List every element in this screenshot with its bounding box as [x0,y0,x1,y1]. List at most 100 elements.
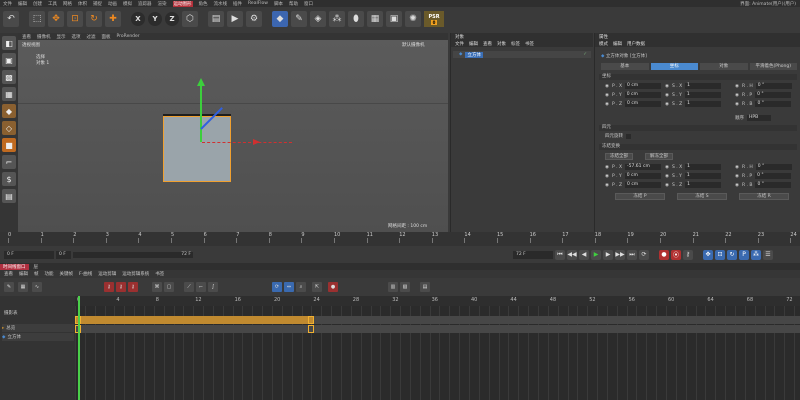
undo-icon[interactable]: ↶ [3,11,19,27]
coord-dot-icon[interactable]: ◉ [735,165,739,170]
viewport-menu-item-0[interactable]: 查看 [22,34,31,40]
menu-item-13[interactable]: 流水线 [214,1,228,7]
coord-dot-icon[interactable]: ◉ [665,174,669,179]
coord-value[interactable]: 0 ° [755,182,792,188]
tl-linear-icon[interactable]: ⟋ [184,282,194,292]
tl-frame-icon[interactable]: ▢ [164,282,174,292]
coord-value[interactable]: 0 cm [624,173,661,179]
coord-value[interactable]: 1 [685,101,722,107]
object-menu-item-1[interactable]: 编辑 [469,41,478,47]
tl-range-icon[interactable]: ⇔ [284,282,294,292]
timeline-menu-icon[interactable]: ☰ [763,249,773,260]
viewport-menu-item-4[interactable]: 过滤 [87,34,96,40]
go-to-start-icon[interactable]: ⏮ [555,249,565,260]
timeline-playhead[interactable] [78,296,80,400]
tl-more-icon[interactable]: ▤ [420,282,430,292]
coord-dot-icon[interactable]: ◉ [665,102,669,107]
attr-menu-item-1[interactable]: 编辑 [613,41,622,47]
menu-item-12[interactable]: 角色 [199,1,208,7]
coord-dot-icon[interactable]: ◉ [665,84,669,89]
points-mode-icon[interactable]: ◆ [2,104,16,118]
timeline-grid[interactable] [75,306,800,400]
coord-value[interactable]: 0 cm [625,182,662,188]
timeline-tab-0[interactable]: 时间线窗口 [0,263,29,270]
y-axis-icon[interactable]: Y [148,12,162,26]
frame-range-slider[interactable]: 72 F [73,251,193,258]
prev-frame-icon[interactable]: ◀ [579,249,589,260]
coord-dot-icon[interactable]: ◉ [735,174,739,179]
summary-key-range[interactable] [75,316,313,324]
coord-dot-icon[interactable]: ◉ [665,165,669,170]
coord-value[interactable]: 0 ° [755,83,792,89]
coord-value[interactable]: 0 ° [755,164,792,170]
timeline-menu-item-0[interactable]: 查看 [4,271,13,277]
coord-value[interactable]: 1 [684,92,721,98]
deformer-icon[interactable]: ⬮ [348,11,364,27]
coord-value[interactable]: 1 [685,164,722,170]
auto-key-icon[interactable]: ⦿ [671,249,681,260]
tl-record-icon[interactable]: ● [328,282,338,292]
tl-spline-icon[interactable]: ∫ [208,282,218,292]
x-axis-line[interactable] [202,142,292,143]
menu-item-18[interactable]: 窗口 [304,1,313,7]
tl-pencil-icon[interactable]: ✎ [4,282,14,292]
coord-dot-icon[interactable]: ◉ [605,102,609,107]
menu-item-2[interactable]: 创建 [33,1,42,7]
cube-icon[interactable]: ◆ [272,11,288,27]
timeline-menu-item-6[interactable]: 运动剪辑 [98,271,116,277]
scale-icon[interactable]: ⊡ [67,11,83,27]
attr-tab-2[interactable]: 对象 [700,63,748,70]
menu-item-10[interactable]: 渲染 [158,1,167,7]
timeline-menu-item-3[interactable]: 功能 [45,271,54,277]
menu-item-4[interactable]: 网格 [63,1,72,7]
menu-item-3[interactable]: 工具 [48,1,57,7]
attr-menu-item-0[interactable]: 模式 [599,41,608,47]
key-pla-icon[interactable]: ⁂ [751,249,761,260]
rotate-icon[interactable]: ↻ [86,11,102,27]
viewport-menu-item-6[interactable]: ProRender [117,34,140,39]
visibility-icon[interactable]: ✓ [583,52,591,57]
play-icon[interactable]: ▶ [591,249,601,260]
coord-dot-icon[interactable]: ◉ [605,183,609,188]
menu-item-6[interactable]: 捕捉 [93,1,102,7]
menu-item-11[interactable]: 运动图形 [172,0,193,7]
timeline-tab-1[interactable]: 层 [31,264,42,270]
x-axis-icon[interactable]: X [131,12,145,26]
array-icon[interactable]: ⁂ [329,11,345,27]
texture-mode-icon[interactable]: ▩ [2,70,16,84]
psr-badge[interactable]: PSR 0 [424,11,444,27]
record-key-icon[interactable]: ● [659,249,669,260]
y-axis-line[interactable] [200,82,202,142]
add-icon[interactable]: ✚ [105,11,121,27]
workspace-label[interactable]: 界面: Animate(用户)(用户) [740,1,800,7]
coord-value[interactable]: 1 [685,83,722,89]
timeline-menu-item-7[interactable]: 运动剪辑系统 [122,271,149,277]
key-scale-icon[interactable]: ⊡ [715,249,725,260]
tl-layer-icon[interactable]: ▥ [388,282,398,292]
viewport-menu-item-1[interactable]: 摄像机 [37,34,51,40]
freeze-s-button[interactable]: 冻结 S [677,193,727,200]
attr-menu-item-2[interactable]: 用户数据 [627,41,645,47]
tl-fit-icon[interactable]: ⇱ [312,282,322,292]
coord-dot-icon[interactable]: ◉ [735,102,739,107]
track-summary[interactable]: ▸ 总览 [2,324,74,332]
freeze-all-button[interactable]: 冻结全部 [605,153,633,160]
unfreeze-all-button[interactable]: 解冻全部 [645,153,673,160]
menu-item-7[interactable]: 动画 [108,1,117,7]
frame-ruler[interactable]: 0 1 2 3 4 5 6 7 8 9 10 11 12 13 14 15 16 17 18 19 20 21 22 23 24 [0,232,800,246]
x-axis-handle[interactable] [253,139,260,145]
object-menu-item-5[interactable]: 书签 [525,41,534,47]
timeline-menu-item-1[interactable]: 编辑 [19,271,28,277]
coord-value[interactable]: 0 cm [624,92,661,98]
menu-item-1[interactable]: 编辑 [18,1,27,7]
timeline-menu-item-2[interactable]: 帧 [34,271,39,277]
start-frame-field[interactable]: 0 F [56,250,71,259]
menu-item-5[interactable]: 体积 [78,1,87,7]
coordinate-icon[interactable]: ⬡ [182,11,198,27]
select-live-icon[interactable]: ⬚ [29,11,45,27]
tl-step-icon[interactable]: ⌐ [196,282,206,292]
menu-item-14[interactable]: 插件 [233,1,242,7]
subdivision-icon[interactable]: ◈ [310,11,326,27]
coord-dot-icon[interactable]: ◉ [735,93,739,98]
prev-key-icon[interactable]: ◀◀ [567,249,577,260]
